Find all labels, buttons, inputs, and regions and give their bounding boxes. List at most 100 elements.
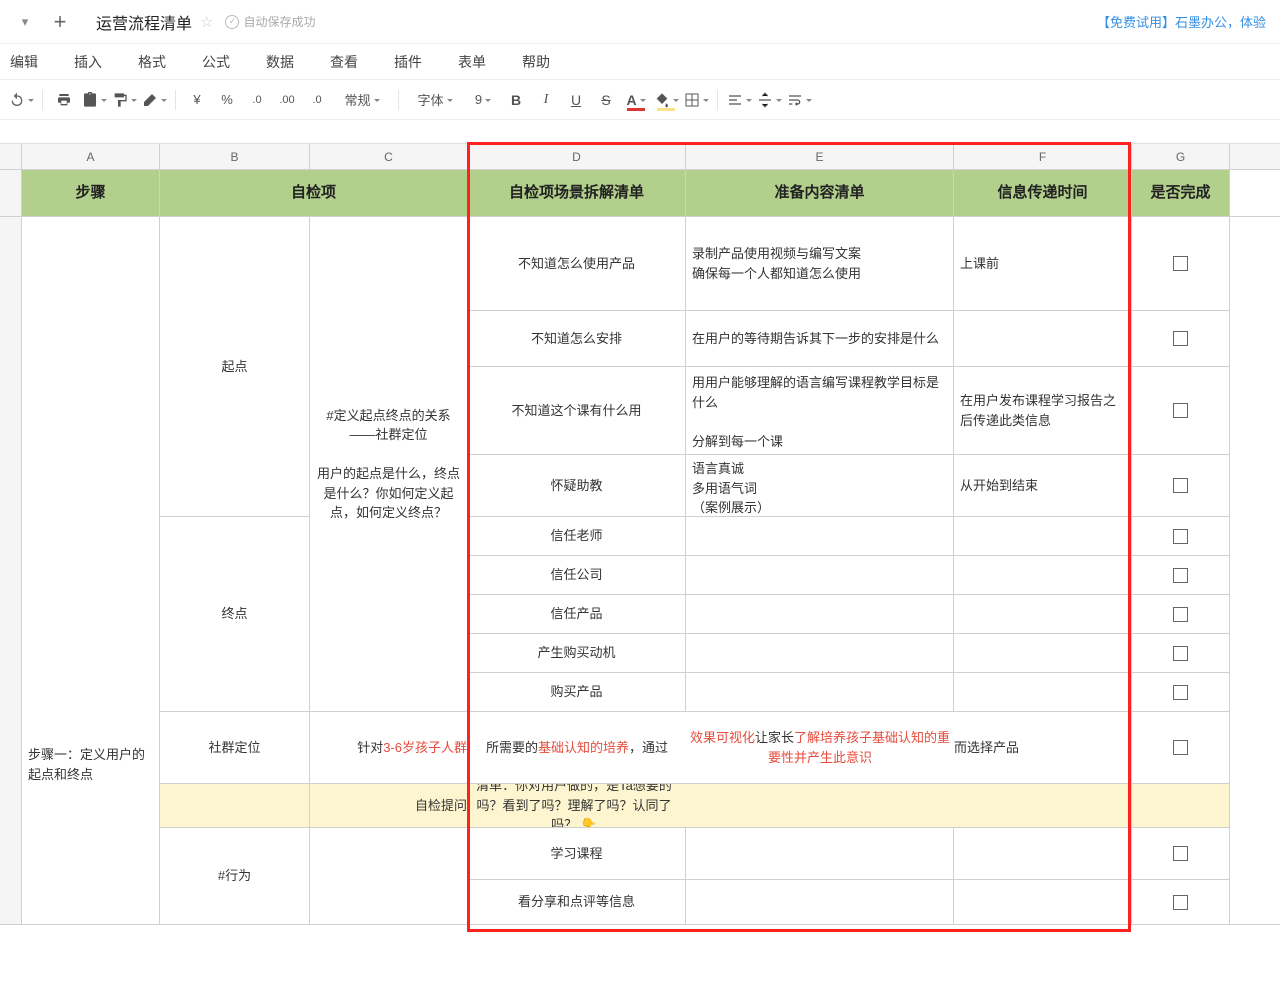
select-all-corner[interactable] xyxy=(0,144,22,169)
cell-e3[interactable]: 录制产品使用视频与编写文案 确保每一个人都知道怎么使用 xyxy=(686,217,954,311)
cell-d8[interactable]: 信任公司 xyxy=(468,556,686,595)
v-align-button[interactable] xyxy=(754,85,784,115)
checkbox[interactable] xyxy=(1173,331,1188,346)
cell-definition[interactable]: #定义起点终点的关系——社群定位 用户的起点是什么，终点是什么？你如何定义起点，… xyxy=(310,217,468,712)
undo-dropdown[interactable] xyxy=(6,85,36,115)
cell-f10[interactable] xyxy=(954,634,1132,673)
decimal-button-2[interactable]: .00 xyxy=(272,85,302,115)
header-step[interactable]: 步骤 xyxy=(22,170,160,216)
cell-g6[interactable] xyxy=(1132,455,1230,517)
favorite-icon[interactable]: ☆ xyxy=(200,13,213,31)
app-menu-dropdown[interactable]: ▾ xyxy=(8,7,42,37)
cell-start[interactable]: 起点 xyxy=(160,217,310,517)
borders-button[interactable] xyxy=(681,85,711,115)
menu-view[interactable]: 查看 xyxy=(312,44,376,80)
cell-g15[interactable] xyxy=(1132,880,1230,924)
col-header-A[interactable]: A xyxy=(22,144,160,169)
cell-f9[interactable] xyxy=(954,595,1132,634)
new-tab-button[interactable]: + xyxy=(42,7,78,37)
checkbox[interactable] xyxy=(1173,478,1188,493)
header-prep[interactable]: 准备内容清单 xyxy=(686,170,954,216)
row-header[interactable] xyxy=(0,170,22,216)
checkbox[interactable] xyxy=(1173,685,1188,700)
menu-data[interactable]: 数据 xyxy=(248,44,312,80)
font-family-dropdown[interactable]: 字体 xyxy=(405,85,465,115)
cell-yellow-f[interactable] xyxy=(954,784,1132,828)
col-header-F[interactable]: F xyxy=(954,144,1132,169)
checkbox[interactable] xyxy=(1173,740,1188,755)
col-header-G[interactable]: G xyxy=(1132,144,1230,169)
cell-f14[interactable] xyxy=(954,828,1132,880)
checkbox[interactable] xyxy=(1173,568,1188,583)
document-title[interactable]: 运营流程清单 xyxy=(96,10,192,34)
cell-e9[interactable] xyxy=(686,595,954,634)
checkbox[interactable] xyxy=(1173,846,1188,861)
cell-group-positioning[interactable]: 社群定位 xyxy=(160,712,310,784)
menu-help[interactable]: 帮助 xyxy=(504,44,568,80)
cell-f11[interactable] xyxy=(954,673,1132,712)
cell-e4[interactable]: 在用户的等待期告诉其下一步的安排是什么 xyxy=(686,311,954,367)
checkbox[interactable] xyxy=(1173,256,1188,271)
cell-d6[interactable]: 怀疑助教 xyxy=(468,455,686,517)
col-header-C[interactable]: C xyxy=(310,144,468,169)
cell-end[interactable]: 终点 xyxy=(160,517,310,712)
paste-button[interactable] xyxy=(79,85,109,115)
checkbox[interactable] xyxy=(1173,895,1188,910)
cell-yellow-b[interactable] xyxy=(160,784,310,828)
cell-f15[interactable] xyxy=(954,880,1132,924)
cell-e11[interactable] xyxy=(686,673,954,712)
strike-button[interactable]: S xyxy=(591,85,621,115)
cell-f6[interactable]: 从开始到结束 xyxy=(954,455,1132,517)
cell-f5[interactable]: 在用户发布课程学习报告之后传递此类信息 xyxy=(954,367,1132,455)
fill-color-button[interactable] xyxy=(651,85,681,115)
cell-yellow-d[interactable]: 清单：你对用户做的，是Ta想要的吗？看到了吗？理解了吗？认同了吗？ 👇 xyxy=(468,784,686,828)
col-header-B[interactable]: B xyxy=(160,144,310,169)
format-painter-button[interactable] xyxy=(109,85,139,115)
font-size-dropdown[interactable]: 9 xyxy=(465,85,501,115)
cell-f8[interactable] xyxy=(954,556,1132,595)
cell-d7[interactable]: 信任老师 xyxy=(468,517,686,556)
cell-g8[interactable] xyxy=(1132,556,1230,595)
cell-g11[interactable] xyxy=(1132,673,1230,712)
menu-format[interactable]: 格式 xyxy=(120,44,184,80)
checkbox[interactable] xyxy=(1173,646,1188,661)
clear-format-button[interactable] xyxy=(139,85,169,115)
cell-d4[interactable]: 不知道怎么安排 xyxy=(468,311,686,367)
cell-d14[interactable]: 学习课程 xyxy=(468,828,686,880)
menu-insert[interactable]: 插入 xyxy=(56,44,120,80)
cell-e14[interactable] xyxy=(686,828,954,880)
cell-e8[interactable] xyxy=(686,556,954,595)
cell-d10[interactable]: 产生购买动机 xyxy=(468,634,686,673)
cell-g3[interactable] xyxy=(1132,217,1230,311)
wrap-button[interactable] xyxy=(784,85,814,115)
checkbox[interactable] xyxy=(1173,607,1188,622)
header-timing[interactable]: 信息传递时间 xyxy=(954,170,1132,216)
percent-button[interactable]: % xyxy=(212,85,242,115)
cell-group-d[interactable]: 所需要的基础认知的培养，通过 xyxy=(468,712,686,784)
cell-e5[interactable]: 用用户能够理解的语言编写课程教学目标是什么 分解到每一个课 xyxy=(686,367,954,455)
checkbox[interactable] xyxy=(1173,529,1188,544)
bold-button[interactable]: B xyxy=(501,85,531,115)
col-header-D[interactable]: D xyxy=(468,144,686,169)
formula-bar[interactable] xyxy=(0,120,1280,144)
cell-g12[interactable] xyxy=(1132,712,1230,784)
cell-step-one[interactable]: 步骤一：定义用户的起点和终点 xyxy=(22,217,160,924)
menu-formula[interactable]: 公式 xyxy=(184,44,248,80)
currency-button[interactable]: ¥ xyxy=(182,85,212,115)
cell-yellow-label[interactable]: 自检提问 xyxy=(310,784,468,828)
cell-g7[interactable] xyxy=(1132,517,1230,556)
col-header-E[interactable]: E xyxy=(686,144,954,169)
menu-edit[interactable]: 编辑 xyxy=(4,44,56,80)
cell-d3[interactable]: 不知道怎么使用产品 xyxy=(468,217,686,311)
print-button[interactable] xyxy=(49,85,79,115)
cell-group-e[interactable]: 效果可视化让家长了解培养孩子基础认知的重要性并产生此意识 xyxy=(686,712,954,784)
decimal-button-1[interactable]: .0 xyxy=(242,85,272,115)
text-color-button[interactable]: A xyxy=(621,85,651,115)
cell-d15[interactable]: 看分享和点评等信息 xyxy=(468,880,686,924)
cell-g4[interactable] xyxy=(1132,311,1230,367)
cell-yellow-e[interactable] xyxy=(686,784,954,828)
menu-plugin[interactable]: 插件 xyxy=(376,44,440,80)
h-align-button[interactable] xyxy=(724,85,754,115)
number-format-dropdown[interactable]: 常规 xyxy=(332,85,392,115)
cell-g14[interactable] xyxy=(1132,828,1230,880)
